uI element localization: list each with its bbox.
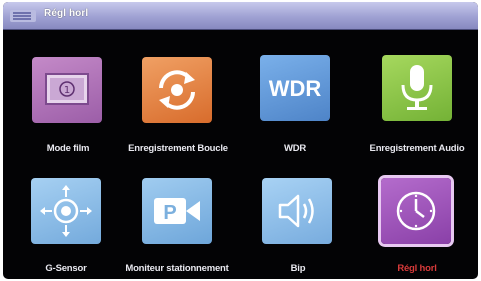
menu-item-enregistrement-audio[interactable] <box>382 55 452 121</box>
device-screen: Régl horl 1 Mode film Enregistrement Bou… <box>3 2 478 279</box>
menu-item-bip[interactable] <box>262 178 332 244</box>
page-title: Régl horl <box>44 8 89 19</box>
menu-item-mode-film[interactable]: 1 <box>32 57 102 123</box>
menu-item-enregistrement-boucle[interactable] <box>142 57 212 123</box>
menu-item-moniteur-stationnement[interactable]: P <box>142 178 212 244</box>
g-sensor-icon <box>40 185 92 237</box>
menu-label-enregistrement-audio: Enregistrement Audio <box>369 143 465 154</box>
svg-text:P: P <box>163 202 176 224</box>
clock-icon <box>396 191 436 231</box>
speaker-icon <box>278 194 314 228</box>
menu-label-moniteur-stationnement: Moniteur stationnement <box>125 263 229 274</box>
loop-recording-icon <box>159 70 195 110</box>
menu-item-regl-horl[interactable] <box>381 178 451 244</box>
svg-text:WDR: WDR <box>269 76 322 101</box>
svg-text:1: 1 <box>64 85 70 96</box>
title-bar: Régl horl <box>3 2 478 30</box>
wdr-icon: WDR <box>269 76 322 101</box>
parking-monitor-icon: P <box>154 198 200 224</box>
menu-label-bip: Bip <box>290 263 306 274</box>
film-mode-icon: 1 <box>45 73 89 105</box>
microphone-icon <box>401 65 433 110</box>
menu-item-wdr[interactable]: WDR <box>260 55 330 121</box>
menu-label-regl-horl: Régl horl <box>397 263 437 274</box>
menu-label-g-sensor: G-Sensor <box>45 263 87 274</box>
menu-label-enregistrement-boucle: Enregistrement Boucle <box>128 143 228 154</box>
menu-icon <box>10 10 36 22</box>
menu-label-wdr: WDR <box>283 143 307 154</box>
menu-item-g-sensor[interactable] <box>31 178 101 244</box>
menu-label-mode-film: Mode film <box>46 143 90 154</box>
